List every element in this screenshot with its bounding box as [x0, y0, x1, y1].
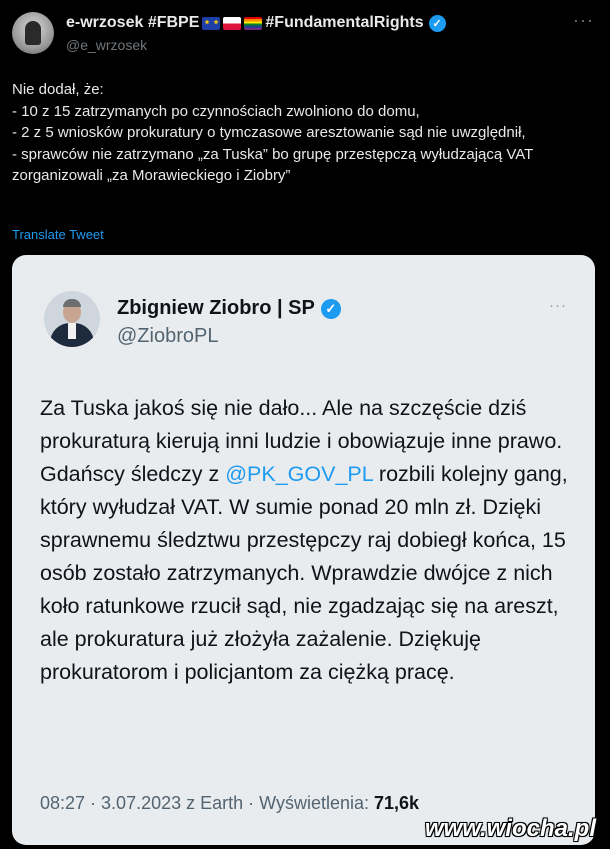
quoted-author-name[interactable]: Zbigniew Ziobro | SP ✓	[117, 297, 341, 320]
quoted-more-options[interactable]: ···	[549, 297, 567, 314]
timestamp-and-source[interactable]: 08:27 · 3.07.2023 z Earth · Wyświetlenia…	[40, 793, 374, 813]
tweet-text: Nie dodał, że: - 10 z 15 zatrzymanych po…	[12, 81, 534, 184]
author-name-suffix: #FundamentalRights	[265, 14, 424, 31]
author-name[interactable]: e-wrzosek #FBPE #FundamentalRights ✓	[66, 14, 446, 32]
watermark: www.wiocha.pl	[424, 815, 596, 842]
more-options-button[interactable]: ···	[573, 10, 594, 31]
author-handle[interactable]: @e_wrzosek	[66, 37, 147, 53]
verified-icon: ✓	[428, 14, 446, 32]
view-count: 71,6k	[374, 793, 420, 813]
eu-flag-icon	[202, 16, 221, 30]
poland-flag-icon	[223, 16, 242, 30]
verified-icon: ✓	[320, 298, 341, 319]
quoted-text-part: rozbili kolejny gang, który wyłudzał VAT…	[40, 462, 568, 684]
rainbow-flag-icon	[244, 16, 263, 30]
quoted-author-handle[interactable]: @ZiobroPL	[117, 325, 218, 348]
quoted-avatar[interactable]	[44, 291, 100, 347]
quoted-tweet-meta: 08:27 · 3.07.2023 z Earth · Wyświetlenia…	[40, 793, 419, 814]
quoted-tweet-text: Za Tuska jakoś się nie dało... Ale na sz…	[40, 392, 570, 689]
author-avatar[interactable]	[12, 12, 54, 54]
mention-link[interactable]: @PK_GOV_PL	[225, 462, 373, 486]
translate-link[interactable]: Translate Tweet	[12, 227, 104, 242]
author-name-prefix: e-wrzosek #FBPE	[66, 14, 200, 31]
quoted-name-text: Zbigniew Ziobro | SP	[117, 297, 315, 319]
quoted-tweet-card[interactable]: Zbigniew Ziobro | SP ✓ @ZiobroPL ··· Za …	[12, 255, 595, 845]
